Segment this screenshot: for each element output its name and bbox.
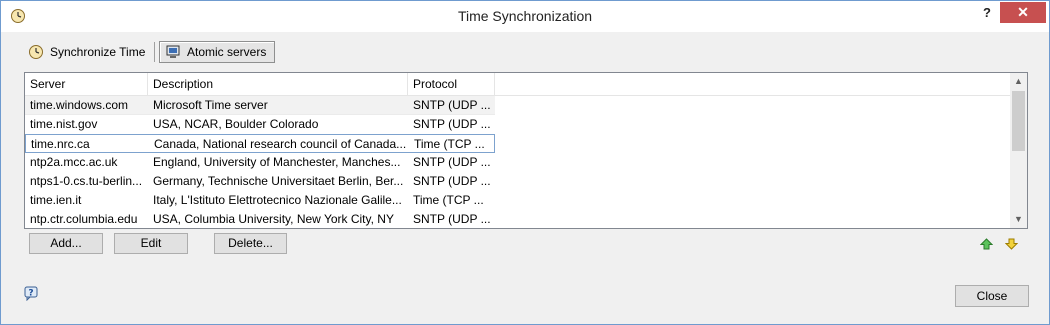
cell-server: time.nrc.ca <box>31 137 90 151</box>
cell-protocol: Time (TCP ... <box>414 137 485 151</box>
cell-server: time.nist.gov <box>30 117 98 131</box>
cell-protocol: SNTP (UDP ... <box>413 174 491 188</box>
tab-separator <box>154 42 155 62</box>
cell-protocol: SNTP (UDP ... <box>413 212 491 226</box>
column-header-description[interactable]: Description <box>148 73 408 95</box>
scroll-up-icon[interactable]: ▲ <box>1010 73 1027 90</box>
cell-protocol: SNTP (UDP ... <box>413 98 491 112</box>
dialog-window: Time Synchronization ? ✕ Synchronize Tim… <box>0 0 1050 325</box>
title-bar[interactable]: Time Synchronization ? ✕ <box>1 1 1049 32</box>
table-header: Server Description Protocol <box>25 73 1011 96</box>
cell-description: England, University of Manchester, Manch… <box>153 155 401 169</box>
cell-protocol: SNTP (UDP ... <box>413 155 491 169</box>
tab-label: Synchronize Time <box>50 45 146 59</box>
tab-label: Atomic servers <box>187 45 267 59</box>
tab-synchronize-time[interactable]: Synchronize Time <box>23 41 150 63</box>
cell-server: ntp2a.mcc.ac.uk <box>30 155 118 169</box>
column-header-protocol[interactable]: Protocol <box>408 73 495 95</box>
cell-protocol: SNTP (UDP ... <box>413 117 491 131</box>
cell-server: time.windows.com <box>30 98 129 112</box>
table-row[interactable]: ntp.ctr.columbia.edu USA, Columbia Unive… <box>25 210 495 228</box>
cell-server: ntp.ctr.columbia.edu <box>30 212 138 226</box>
cell-server: ntps1-0.cs.tu-berlin... <box>30 174 143 188</box>
window-title: Time Synchronization <box>457 8 593 24</box>
cell-description: Germany, Technische Universitaet Berlin,… <box>153 174 404 188</box>
help-title-button[interactable]: ? <box>976 4 998 22</box>
table-row[interactable]: time.windows.com Microsoft Time server S… <box>25 96 495 115</box>
table-row[interactable]: time.ien.it Italy, L'Istituto Elettrotec… <box>25 191 495 210</box>
cell-description: Italy, L'Istituto Elettrotecnico Naziona… <box>153 193 402 207</box>
close-button[interactable]: Close <box>955 285 1029 307</box>
svg-text:?: ? <box>28 289 33 299</box>
table-row[interactable]: time.nrc.ca Canada, National research co… <box>25 134 495 153</box>
scroll-down-icon[interactable]: ▼ <box>1010 211 1027 228</box>
cell-description: USA, Columbia University, New York City,… <box>153 212 394 226</box>
cell-description: Microsoft Time server <box>153 98 268 112</box>
table-row[interactable]: ntp2a.mcc.ac.uk England, University of M… <box>25 153 495 172</box>
cell-description: Canada, National research council of Can… <box>154 137 407 151</box>
vertical-scrollbar[interactable]: ▲ ▼ <box>1010 73 1027 228</box>
cell-server: time.ien.it <box>30 193 82 207</box>
close-window-button[interactable]: ✕ <box>1000 2 1046 23</box>
column-header-server[interactable]: Server <box>25 73 148 95</box>
delete-button[interactable]: Delete... <box>214 233 287 254</box>
cell-description: USA, NCAR, Boulder Colorado <box>153 117 319 131</box>
help-icon[interactable]: ? <box>24 286 39 301</box>
table-row[interactable]: ntps1-0.cs.tu-berlin... Germany, Technis… <box>25 172 495 191</box>
add-button[interactable]: Add... <box>29 233 103 254</box>
computer-icon <box>166 45 180 58</box>
cell-protocol: Time (TCP ... <box>413 193 484 207</box>
tab-atomic-servers[interactable]: Atomic servers <box>159 41 275 63</box>
clock-icon <box>29 45 43 59</box>
server-list[interactable]: Server Description Protocol time.windows… <box>24 72 1028 229</box>
arrow-down-icon[interactable] <box>1005 238 1018 250</box>
arrow-up-icon[interactable] <box>980 238 993 250</box>
table-row[interactable]: time.nist.gov USA, NCAR, Boulder Colorad… <box>25 115 495 134</box>
scroll-thumb[interactable] <box>1012 91 1025 151</box>
edit-button[interactable]: Edit <box>114 233 188 254</box>
